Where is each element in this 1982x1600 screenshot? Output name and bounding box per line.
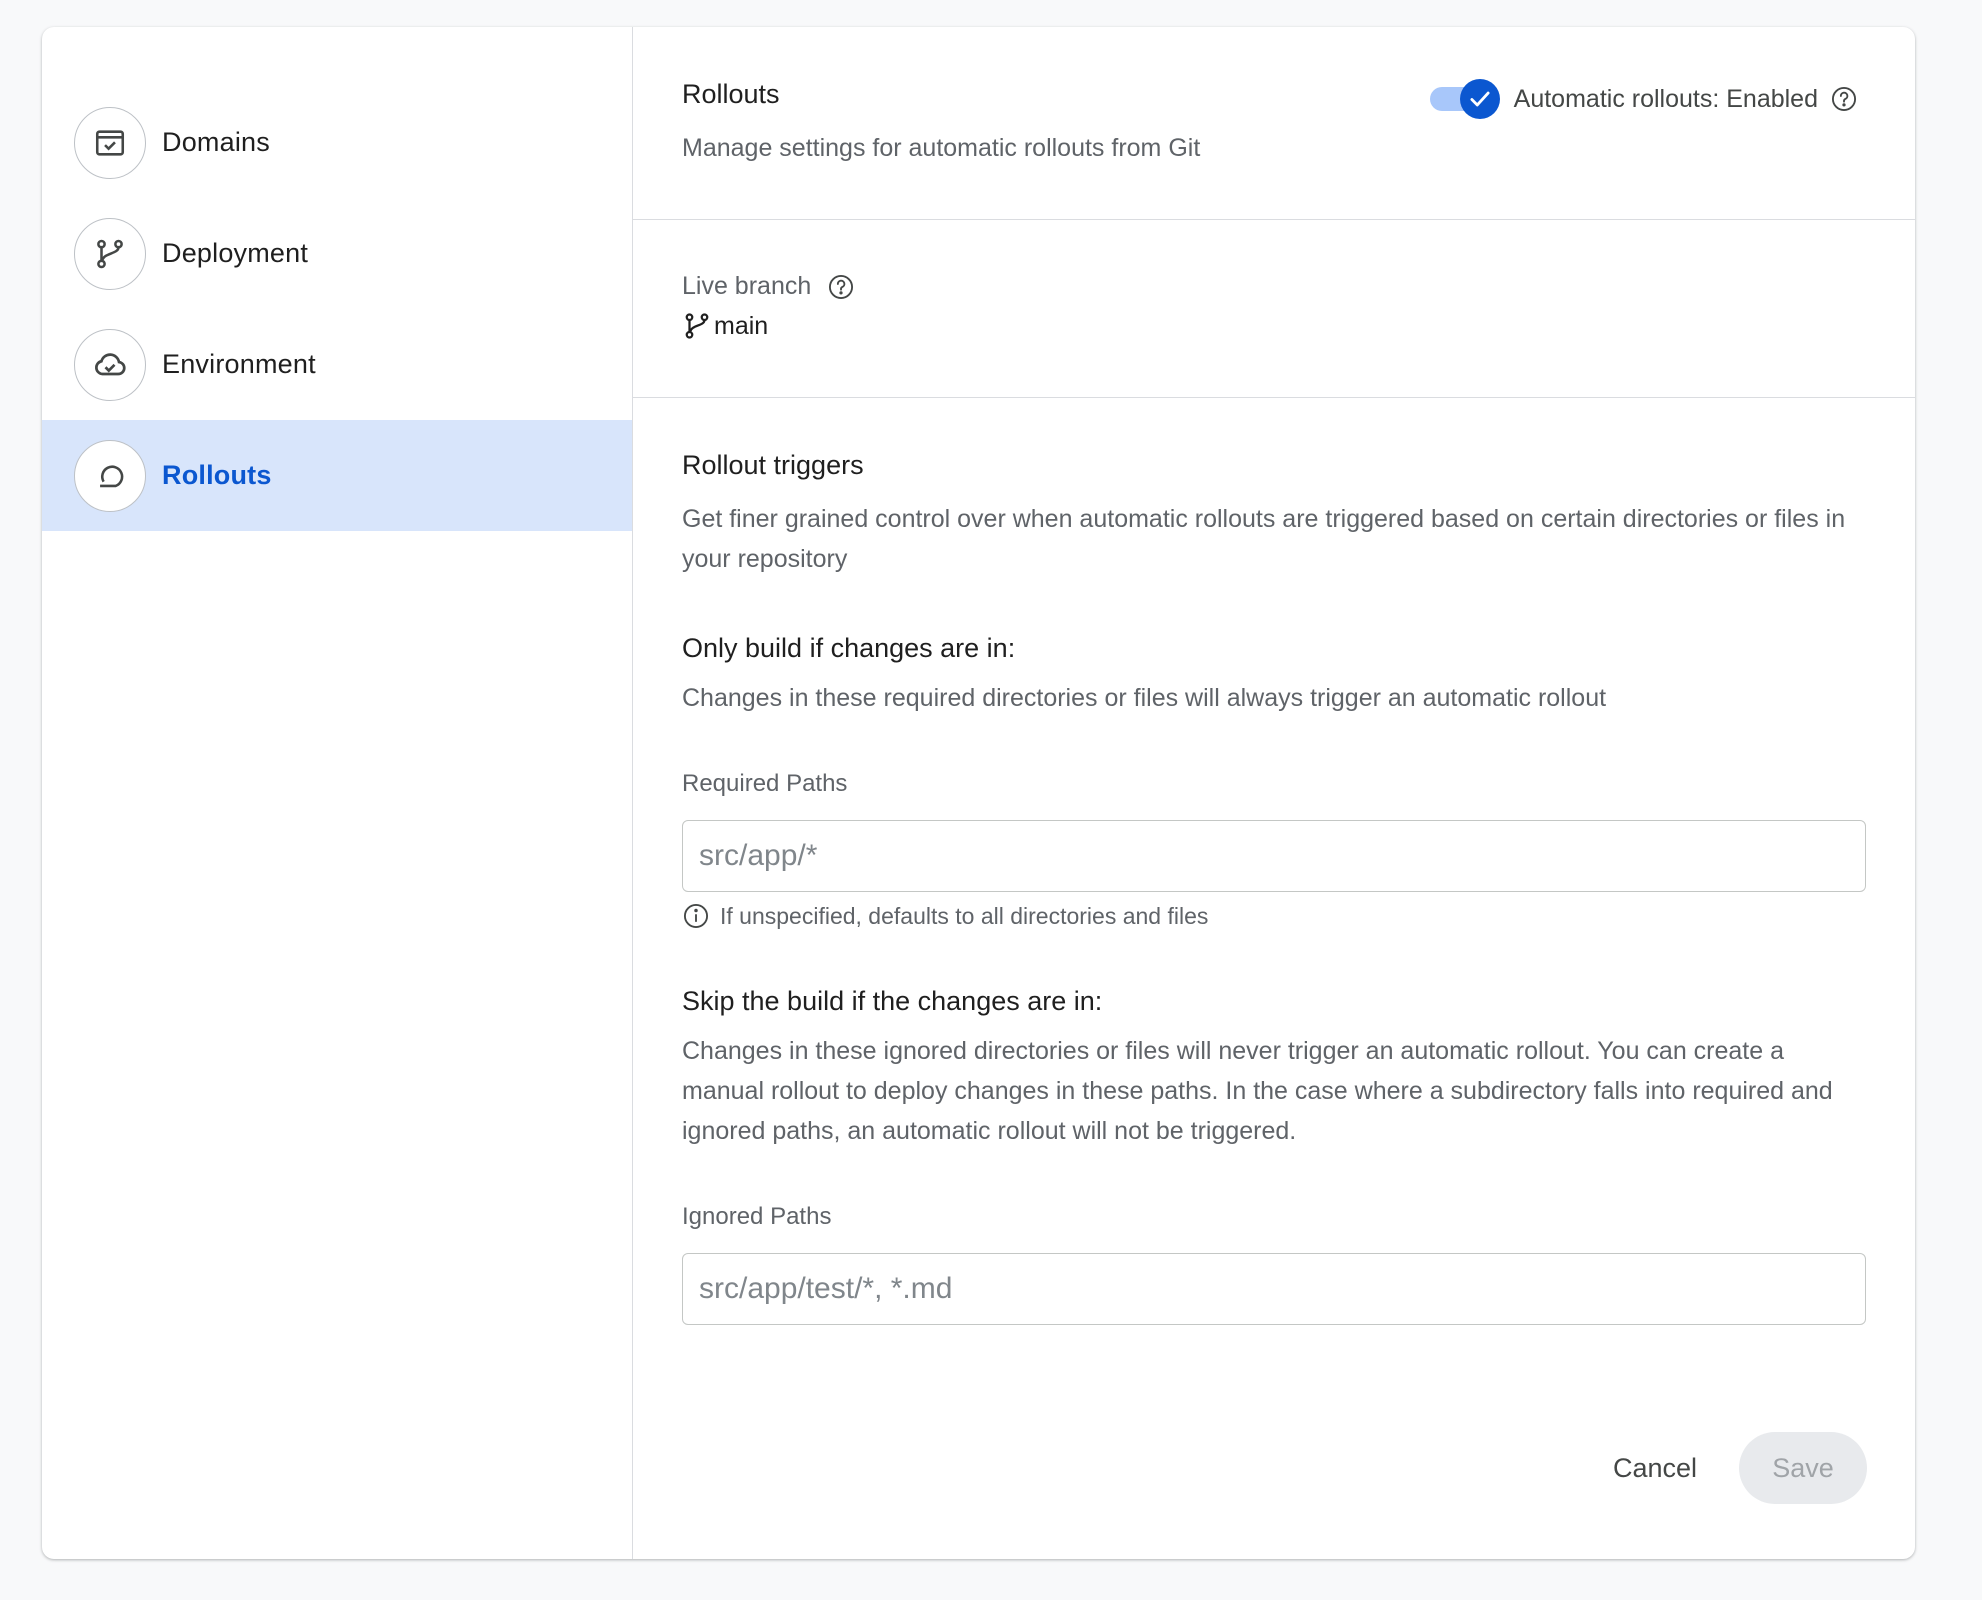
- required-paths-label: Required Paths: [682, 770, 848, 797]
- required-paths-heading: Only build if changes are in:: [682, 633, 1016, 663]
- section-title: Rollout triggers: [682, 450, 864, 480]
- required-paths-hint: If unspecified, defaults to all director…: [682, 902, 1867, 930]
- save-button[interactable]: Save: [1739, 1432, 1867, 1504]
- main-panel: Rollouts Manage settings for automatic r…: [633, 27, 1915, 1559]
- automatic-rollouts-label: Automatic rollouts: Enabled: [1513, 84, 1818, 113]
- checkmark-icon: [1470, 91, 1490, 107]
- sidebar-item-deployment[interactable]: Deployment: [42, 198, 632, 309]
- info-icon: [682, 902, 710, 930]
- live-branch-value: main: [714, 311, 769, 340]
- help-icon[interactable]: [1830, 85, 1858, 113]
- sidebar-item-domains[interactable]: Domains: [42, 87, 632, 198]
- sidebar-item-label: Environment: [162, 349, 316, 379]
- rollouts-header-section: Rollouts Manage settings for automatic r…: [633, 27, 1915, 220]
- required-paths-input[interactable]: [682, 820, 1866, 892]
- sidebar-item-label: Deployment: [162, 238, 309, 268]
- rollout-triggers-section: Rollout triggers Get finer grained contr…: [633, 398, 1915, 1325]
- section-description: Get finer grained control over when auto…: [682, 505, 1846, 573]
- browser-check-icon: [74, 106, 146, 179]
- hint-text: If unspecified, defaults to all director…: [720, 902, 1209, 929]
- ignored-paths-label: Ignored Paths: [682, 1203, 832, 1230]
- ignored-paths-description: Changes in these ignored directories or …: [682, 1037, 1833, 1145]
- git-branch-icon: [74, 217, 146, 290]
- cloud-done-icon: [74, 328, 146, 401]
- help-icon[interactable]: [827, 273, 855, 301]
- automatic-rollouts-toggle-group: Automatic rollouts: Enabled: [1429, 79, 1858, 119]
- sidebar-item-label: Domains: [162, 127, 270, 157]
- git-branch-icon: [682, 311, 712, 341]
- sidebar-item-environment[interactable]: Environment: [42, 309, 632, 420]
- sidebar-item-label: Rollouts: [162, 460, 272, 490]
- live-branch-label: Live branch: [682, 272, 812, 300]
- ignored-paths-heading: Skip the build if the changes are in:: [682, 986, 1103, 1016]
- rollout-icon: [74, 439, 146, 512]
- required-paths-description: Changes in these required directories or…: [682, 684, 1607, 712]
- sidebar: Domains Deployment Environment Rollouts: [42, 27, 633, 1559]
- ignored-paths-input[interactable]: [682, 1253, 1866, 1325]
- page-description: Manage settings for automatic rollouts f…: [682, 134, 1201, 162]
- toggle-thumb: [1459, 79, 1500, 119]
- settings-card: Domains Deployment Environment Rollouts …: [42, 27, 1915, 1559]
- sidebar-item-rollouts[interactable]: Rollouts: [42, 420, 632, 531]
- cancel-button[interactable]: Cancel: [1593, 1439, 1717, 1498]
- form-actions: Cancel Save: [1593, 1432, 1867, 1504]
- live-branch-section: Live branch main: [633, 220, 1915, 398]
- automatic-rollouts-toggle[interactable]: [1429, 79, 1502, 119]
